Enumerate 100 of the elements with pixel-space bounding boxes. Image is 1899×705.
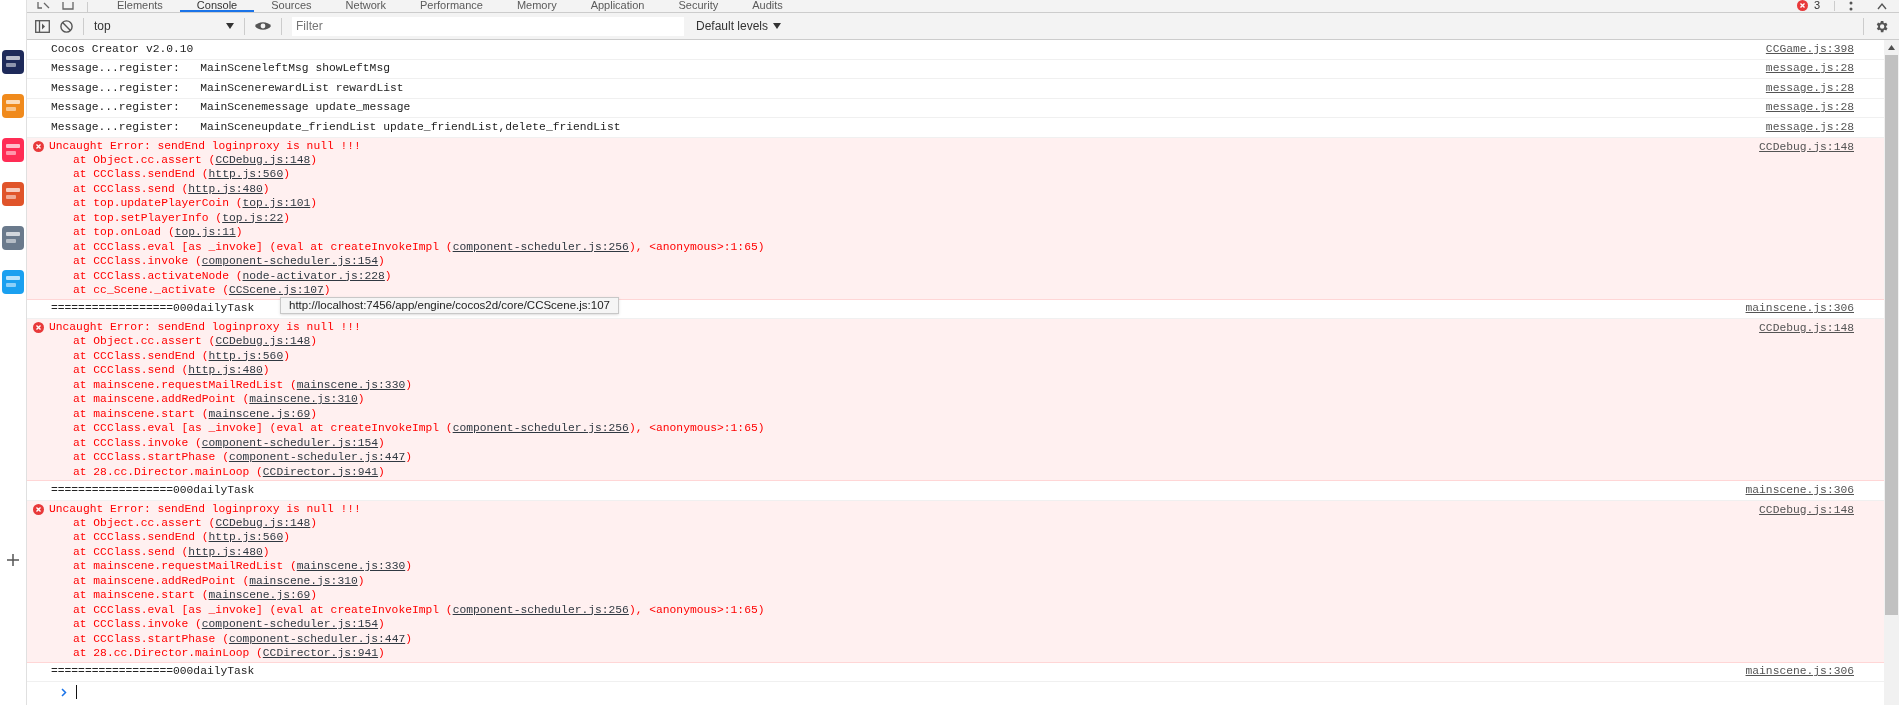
- scroll-up-icon[interactable]: [1888, 45, 1895, 50]
- stack-trace-line: at mainscene.start (mainscene.js:69): [72, 406, 319, 421]
- inspect-icon[interactable]: [37, 2, 51, 10]
- error-icon: [33, 140, 44, 152]
- stack-link[interactable]: CCDebug.js:148: [215, 516, 311, 529]
- eye-icon[interactable]: [255, 21, 271, 31]
- stack-trace-line: at Object.cc.assert (CCDebug.js:148): [72, 152, 319, 167]
- stack-trace-line: at CCClass.startPhase (component-scheduler.js:447): [72, 631, 413, 646]
- stack-link[interactable]: top.js:101: [242, 197, 311, 209]
- stack-trace-line: at top.onLoad (top.js:11): [72, 225, 244, 240]
- source-link[interactable]: message.js:28: [1749, 60, 1854, 78]
- stack-link[interactable]: http.js:480: [188, 364, 263, 376]
- caret-icon: [773, 23, 782, 29]
- devtools-tab[interactable]: Application: [573, 0, 662, 12]
- source-link[interactable]: mainscene.js:306: [1729, 300, 1854, 318]
- stack-trace-line: at CCClass.invoke (component-scheduler.js:154): [72, 435, 386, 450]
- log-message: Message...register: MainScenerewardList rewardList: [51, 80, 404, 96]
- stack-link[interactable]: component-scheduler.js:447: [228, 451, 406, 463]
- context-select[interactable]: top: [94, 17, 234, 35]
- sidebar-toggle-icon[interactable]: [35, 19, 50, 33]
- stack-link[interactable]: http.js:560: [208, 349, 284, 362]
- stack-link[interactable]: component-scheduler.js:154: [201, 618, 379, 630]
- stack-link[interactable]: component-scheduler.js:256: [452, 603, 629, 616]
- devtools-tab[interactable]: Audits: [735, 0, 800, 12]
- devtools-tab[interactable]: Memory: [499, 0, 574, 12]
- stack-link[interactable]: CCDirector.js:941: [262, 647, 379, 659]
- source-link[interactable]: mainscene.js:306: [1729, 663, 1854, 681]
- device-icon[interactable]: [61, 2, 75, 10]
- log-message: Message...register: MainScenemessage update_message: [51, 100, 411, 116]
- devtools-tab[interactable]: Sources: [254, 0, 329, 12]
- source-link[interactable]: CCDebug.js:148: [1743, 138, 1854, 298]
- error-message: Uncaught Error: sendEnd loginproxy is null !!!: [49, 501, 362, 516]
- stack-trace-line: at mainscene.requestMailRedList (mainscene.js:330): [72, 559, 413, 574]
- source-link[interactable]: mainscene.js:306: [1729, 481, 1854, 499]
- log-message: ==================000dailyTask: [51, 301, 255, 317]
- stack-link[interactable]: mainscene.js:69: [208, 589, 311, 601]
- log-levels-dropdown[interactable]: Default levels: [696, 17, 782, 35]
- stack-link[interactable]: mainscene.js:310: [249, 574, 358, 587]
- stack-link[interactable]: component-scheduler.js:256: [452, 240, 629, 253]
- stack-link[interactable]: component-scheduler.js:154: [201, 255, 379, 267]
- stack-trace-line: at top.setPlayerInfo (top.js:22): [72, 210, 291, 225]
- stack-trace-line: at CCClass.eval [as _invoke] (eval at createInvokeImpl (component-scheduler.js:256), <anonymous>:1:65): [72, 239, 765, 254]
- more-icon[interactable]: [1849, 0, 1853, 11]
- filter-field[interactable]: Filter: [292, 16, 684, 36]
- stack-link[interactable]: component-scheduler.js:447: [228, 632, 406, 645]
- stack-link[interactable]: http.js:560: [208, 168, 284, 180]
- devtools-tab[interactable]: Performance: [402, 0, 500, 12]
- stack-trace-line: at mainscene.start (mainscene.js:69): [72, 588, 319, 603]
- source-link[interactable]: CCDebug.js:148: [1743, 501, 1854, 661]
- stack-link[interactable]: component-scheduler.js:154: [201, 436, 379, 449]
- stack-link[interactable]: CCDirector.js:941: [262, 465, 379, 478]
- stack-link[interactable]: component-scheduler.js:256: [452, 422, 629, 434]
- devtools-tab[interactable]: Security: [661, 0, 736, 12]
- stack-link[interactable]: mainscene.js:310: [249, 393, 358, 405]
- stack-link[interactable]: node-activator.js:228: [242, 269, 385, 282]
- log-message: ==================000dailyTask: [51, 482, 255, 498]
- scrollbar-thumb[interactable]: [1885, 55, 1898, 615]
- source-link[interactable]: CCDebug.js:148: [1743, 320, 1854, 479]
- stack-trace-line: at CCClass.sendEnd (http.js:560): [72, 167, 291, 182]
- stack-link[interactable]: http.js:560: [208, 531, 284, 543]
- stack-trace-line: at mainscene.addRedPoint (mainscene.js:310): [72, 392, 366, 407]
- source-link[interactable]: CCGame.js:398: [1749, 40, 1854, 58]
- stack-link[interactable]: http.js:480: [188, 182, 263, 195]
- plus-icon[interactable]: [7, 554, 19, 566]
- stack-trace-line: at CCClass.eval [as _invoke] (eval at createInvokeImpl (component-scheduler.js:256), <anonymous>:1:65): [72, 602, 765, 617]
- stack-link[interactable]: http.js:480: [188, 545, 263, 558]
- stack-link[interactable]: top.js:22: [222, 211, 284, 224]
- stack-trace-line: at CCClass.sendEnd (http.js:560): [72, 530, 291, 545]
- stack-trace-line: at Object.cc.assert (CCDebug.js:148): [72, 334, 319, 349]
- stack-link[interactable]: CCScene.js:107: [228, 284, 324, 296]
- stack-link[interactable]: mainscene.js:330: [296, 560, 406, 572]
- caret-icon: [226, 23, 234, 29]
- stack-link[interactable]: CCDebug.js:148: [215, 335, 311, 347]
- log-message: Message...register: MainSceneleftMsg showLeftMsg: [51, 61, 390, 77]
- source-link[interactable]: message.js:28: [1749, 79, 1854, 97]
- stack-trace-line: at CCClass.startPhase (component-scheduler.js:447): [72, 450, 413, 465]
- stack-link[interactable]: mainscene.js:69: [208, 407, 311, 420]
- error-count[interactable]: 3: [1813, 0, 1820, 11]
- error-message: Uncaught Error: sendEnd loginproxy is null !!!: [49, 138, 362, 153]
- stack-trace-line: at mainscene.addRedPoint (mainscene.js:310): [72, 573, 366, 588]
- app-icon[interactable]: [2, 50, 24, 74]
- scrollbar[interactable]: [1884, 40, 1899, 705]
- log-message: Cocos Creator v2.0.10: [51, 41, 194, 57]
- stack-trace-line: at CCClass.activateNode (node-activator.js:228): [72, 268, 393, 283]
- stack-trace-line: at CCClass.send (http.js:480): [72, 181, 271, 196]
- stack-link[interactable]: top.js:11: [174, 226, 236, 238]
- stack-link[interactable]: CCDebug.js:148: [215, 153, 311, 166]
- devtools-tab[interactable]: Network: [328, 0, 403, 12]
- stack-trace-line: at CCClass.invoke (component-scheduler.js:154): [72, 254, 386, 269]
- devtools-tab[interactable]: Elements: [100, 0, 180, 12]
- settings-icon[interactable]: [1874, 18, 1889, 34]
- stack-trace-line: at CCClass.send (http.js:480): [72, 544, 271, 559]
- stack-trace-line: at Object.cc.assert (CCDebug.js:148): [72, 515, 319, 530]
- stack-trace-line: at CCClass.send (http.js:480): [72, 363, 271, 378]
- source-link[interactable]: message.js:28: [1749, 99, 1854, 117]
- stack-trace-line: at 28.cc.Director.mainLoop (CCDirector.js:941): [72, 646, 386, 661]
- source-link[interactable]: message.js:28: [1749, 118, 1854, 136]
- clear-console-icon[interactable]: [60, 19, 73, 33]
- stack-link[interactable]: mainscene.js:330: [296, 378, 406, 391]
- log-message: ==================000dailyTask: [51, 664, 255, 680]
